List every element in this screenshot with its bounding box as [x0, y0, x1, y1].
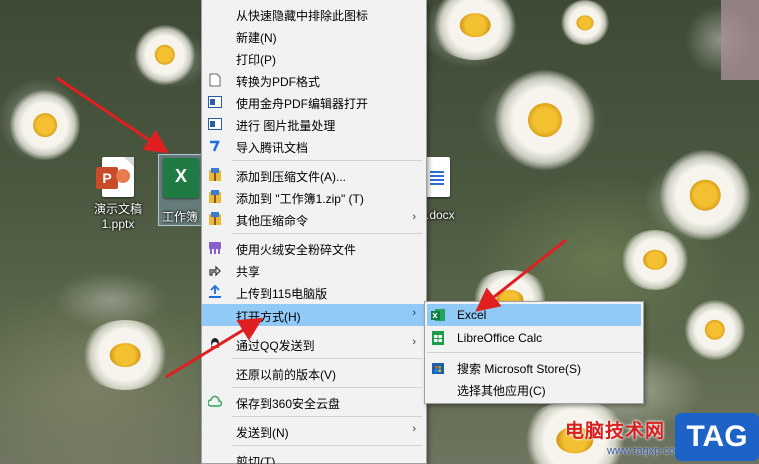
menu-item-other-compress[interactable]: 其他压缩命令 › [202, 208, 426, 230]
share-icon [207, 262, 223, 278]
chevron-right-icon: › [412, 211, 416, 223]
watermark-tag-logo: TAG [675, 413, 759, 461]
chevron-right-icon: › [412, 336, 416, 348]
watermark-url: www.tagxp.com [607, 445, 685, 457]
chevron-right-icon: › [412, 423, 416, 435]
menu-item-cut[interactable]: 剪切(T) [202, 449, 426, 464]
desktop-icon-label: 演示文稿 [93, 202, 142, 216]
excel-icon [430, 307, 446, 323]
menu-item-send-qq[interactable]: 通过QQ发送到 › [202, 333, 426, 355]
menu-item-exclude-hide[interactable]: 从快速隐藏中排除此图标 [202, 3, 426, 25]
menu-item-tencent-docs[interactable]: 导入腾讯文档 [202, 135, 426, 157]
menu-item-add-zip[interactable]: 添加到 "工作簿1.zip" (T) [202, 186, 426, 208]
excel-file-icon: X [163, 158, 199, 198]
libreoffice-calc-icon [430, 330, 446, 346]
menu-item-convert-pdf[interactable]: 转换为PDF格式 [202, 69, 426, 91]
archive-icon [207, 189, 223, 205]
pdf-editor-icon [207, 94, 223, 110]
open-with-submenu: Excel LibreOffice Calc 搜索 Microsoft Stor… [424, 301, 644, 404]
upload-115-icon [207, 284, 223, 300]
site-watermark: 电脑技术网 www.tagxp.com TAG [565, 413, 759, 464]
menu-item-image-batch[interactable]: 进行 图片批量处理 [202, 113, 426, 135]
desktop-icon-label-ext: 1.pptx [101, 217, 135, 231]
desktop-icon-pptx[interactable]: P 演示文稿 1.pptx [87, 157, 149, 232]
desktop-icon-label: 工作簿 [162, 210, 199, 224]
cloud-360-icon [207, 394, 223, 410]
menu-item-save-360[interactable]: 保存到360安全云盘 [202, 391, 426, 413]
powerpoint-file-icon: P [96, 157, 134, 197]
pdf-convert-icon [207, 72, 223, 88]
context-menu: 从快速隐藏中排除此图标 新建(N) 打印(P) 转换为PDF格式 使用金舟PDF… [201, 0, 427, 464]
qq-icon [207, 336, 223, 352]
menu-item-open-with[interactable]: 打开方式(H) › [202, 304, 426, 326]
archive-icon [207, 211, 223, 227]
image-batch-icon [207, 116, 223, 132]
archive-icon [207, 167, 223, 183]
menu-item-print[interactable]: 打印(P) [202, 47, 426, 69]
open-with-choose-other[interactable]: 选择其他应用(C) [427, 378, 641, 400]
menu-item-add-archive[interactable]: 添加到压缩文件(A)... [202, 164, 426, 186]
menu-item-share[interactable]: 共享 [202, 259, 426, 281]
menu-item-new[interactable]: 新建(N) [202, 25, 426, 47]
menu-item-shred[interactable]: 使用火绒安全粉碎文件 [202, 237, 426, 259]
menu-item-restore-versions[interactable]: 还原以前的版本(V) [202, 362, 426, 384]
open-with-search-store[interactable]: 搜索 Microsoft Store(S) [427, 356, 641, 378]
watermark-site-name: 电脑技术网 [565, 420, 666, 442]
shredder-icon [207, 240, 223, 256]
tencent-docs-icon [207, 138, 223, 154]
menu-item-pdf-editor[interactable]: 使用金舟PDF编辑器打开 [202, 91, 426, 113]
menu-item-upload-115[interactable]: 上传到115电脑版 [202, 281, 426, 303]
open-with-excel[interactable]: Excel [427, 304, 641, 326]
store-icon [430, 359, 446, 375]
open-with-libreoffice-calc[interactable]: LibreOffice Calc [427, 327, 641, 349]
desktop-icon-label: .docx [426, 208, 455, 222]
menu-item-send-to[interactable]: 发送到(N) › [202, 420, 426, 442]
word-file-icon[interactable] [426, 157, 450, 197]
chevron-right-icon: › [412, 307, 416, 319]
